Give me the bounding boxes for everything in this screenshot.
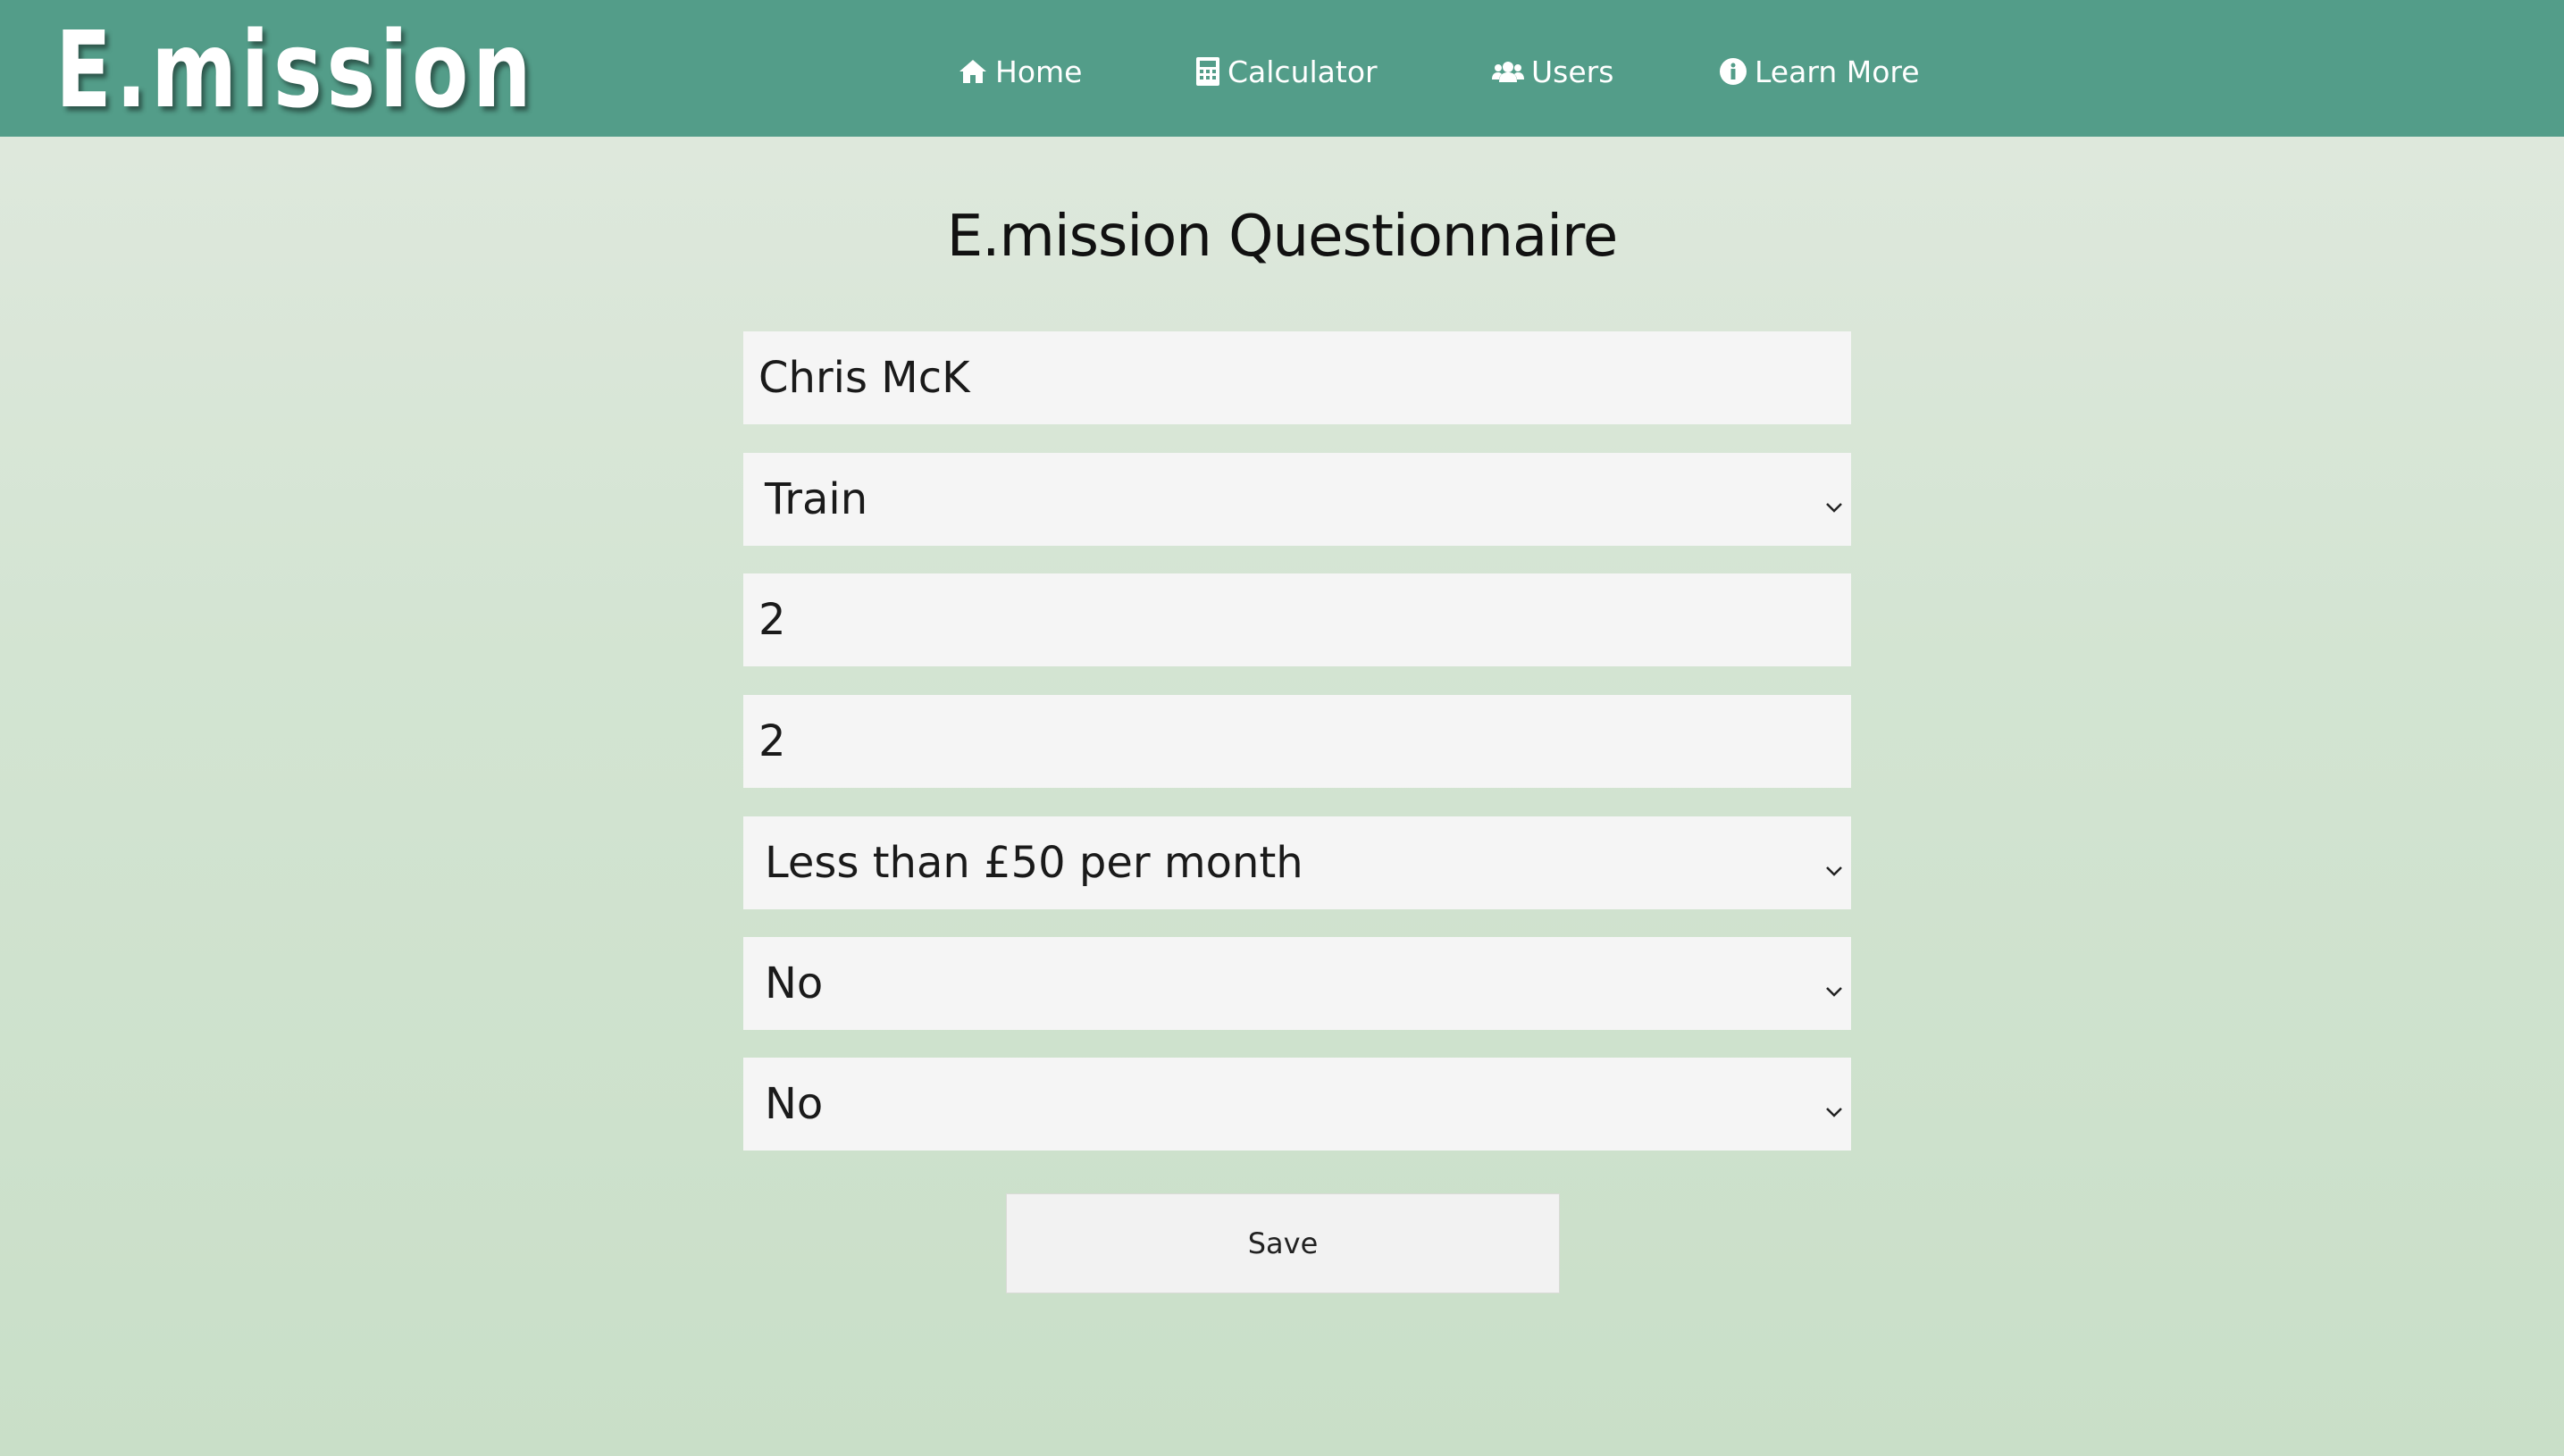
transport-select-value: Train — [765, 474, 868, 524]
info-circle-icon — [1719, 57, 1747, 86]
calculator-icon — [1195, 56, 1220, 87]
users-icon — [1492, 59, 1524, 84]
name-input[interactable]: Chris McK — [743, 331, 1851, 424]
yes-no-select-1-value: No — [765, 958, 824, 1008]
transport-select[interactable]: Train — [743, 453, 1851, 546]
yes-no-select-2[interactable]: No — [743, 1058, 1851, 1151]
nav-calculator[interactable]: Calculator — [1195, 46, 1378, 96]
navbar: E.mission Home Calculator Users Learn Mo… — [0, 0, 2564, 137]
chevron-down-icon — [1824, 958, 1844, 1008]
page-title: E.mission Questionnaire — [946, 204, 1619, 270]
quantity-input-1[interactable]: 2 — [743, 573, 1851, 666]
spend-select-value: Less than £50 per month — [765, 838, 1303, 888]
spend-select[interactable]: Less than £50 per month — [743, 816, 1851, 909]
yes-no-select-1[interactable]: No — [743, 937, 1851, 1030]
chevron-down-icon — [1824, 1079, 1844, 1129]
quantity-input-2-value: 2 — [758, 716, 786, 766]
chevron-down-icon — [1824, 474, 1844, 524]
chevron-down-icon — [1824, 838, 1844, 888]
nav-learn-more[interactable]: Learn More — [1719, 46, 1920, 96]
quantity-input-1-value: 2 — [758, 595, 786, 645]
nav-calculator-label: Calculator — [1228, 54, 1378, 89]
name-input-value: Chris McK — [758, 353, 970, 403]
quantity-input-2[interactable]: 2 — [743, 695, 1851, 788]
nav-users-label: Users — [1531, 54, 1614, 89]
logo[interactable]: E.mission — [55, 7, 535, 132]
yes-no-select-2-value: No — [765, 1079, 824, 1129]
nav-users[interactable]: Users — [1492, 46, 1613, 96]
nav-home[interactable]: Home — [958, 46, 1082, 96]
nav-learn-more-label: Learn More — [1755, 54, 1920, 89]
save-button[interactable]: Save — [1006, 1193, 1560, 1293]
nav-home-label: Home — [995, 54, 1083, 89]
home-icon — [958, 58, 988, 85]
